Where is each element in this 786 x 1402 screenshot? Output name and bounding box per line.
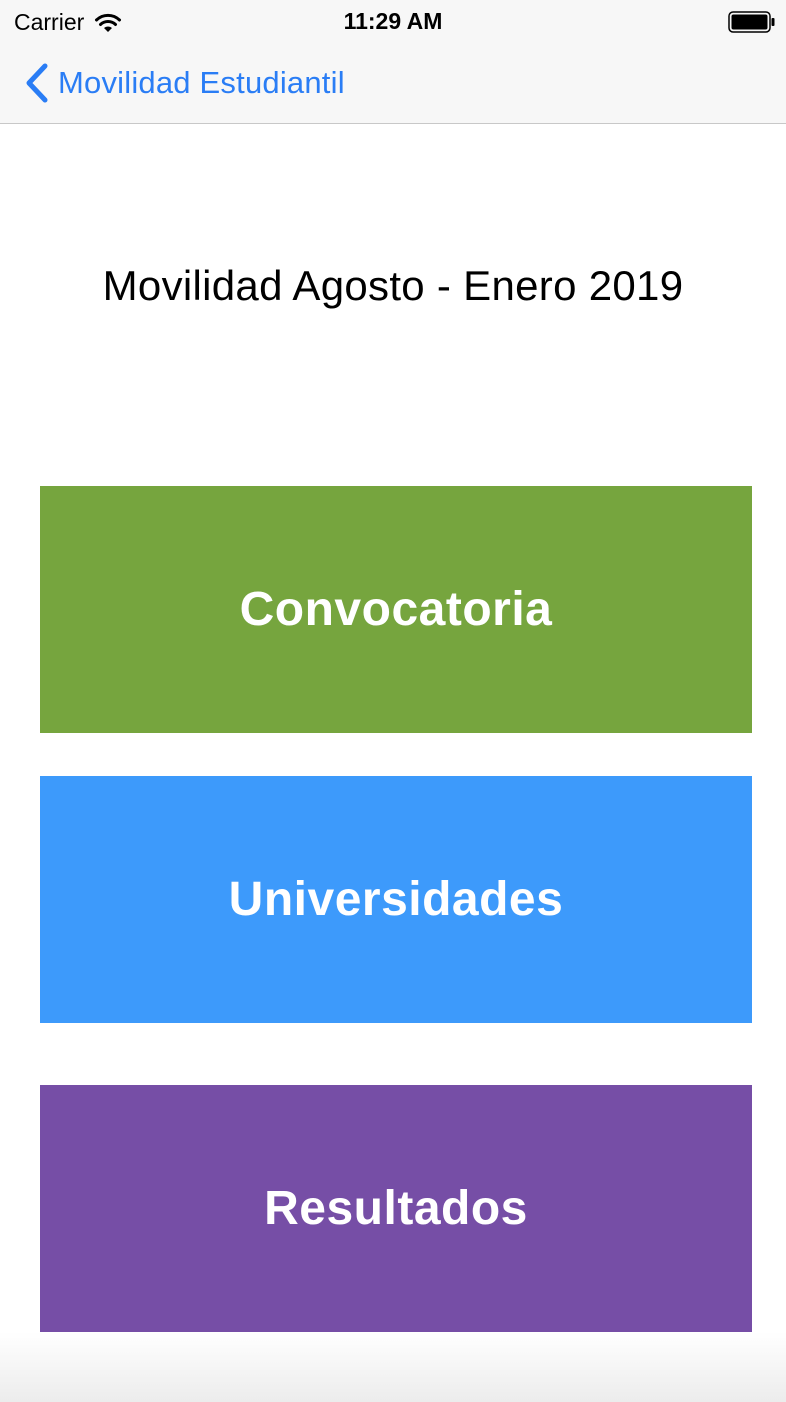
back-button-label: Movilidad Estudiantil: [58, 65, 345, 100]
status-bar: Carrier 11:29 AM: [0, 0, 786, 44]
back-button[interactable]: Movilidad Estudiantil: [24, 62, 345, 104]
resultados-button[interactable]: Resultados: [40, 1085, 752, 1332]
convocatoria-button-label: Convocatoria: [239, 583, 553, 636]
bottom-bar: [0, 1332, 786, 1402]
page-title: Movilidad Agosto - Enero 2019: [102, 262, 684, 309]
universidades-button[interactable]: Universidades: [40, 776, 752, 1023]
app-screen: Carrier 11:29 AM Movilidad Estudiantil M…: [0, 0, 786, 1402]
navigation-bar: Movilidad Estudiantil: [0, 44, 786, 124]
universidades-button-label: Universidades: [228, 873, 564, 926]
convocatoria-button[interactable]: Convocatoria: [40, 486, 752, 733]
top-bar: Carrier 11:29 AM Movilidad Estudiantil: [0, 0, 786, 124]
chevron-left-icon: [26, 63, 48, 103]
resultados-button-label: Resultados: [264, 1182, 528, 1235]
battery-icon: [728, 11, 775, 33]
status-time: 11:29 AM: [343, 8, 443, 34]
